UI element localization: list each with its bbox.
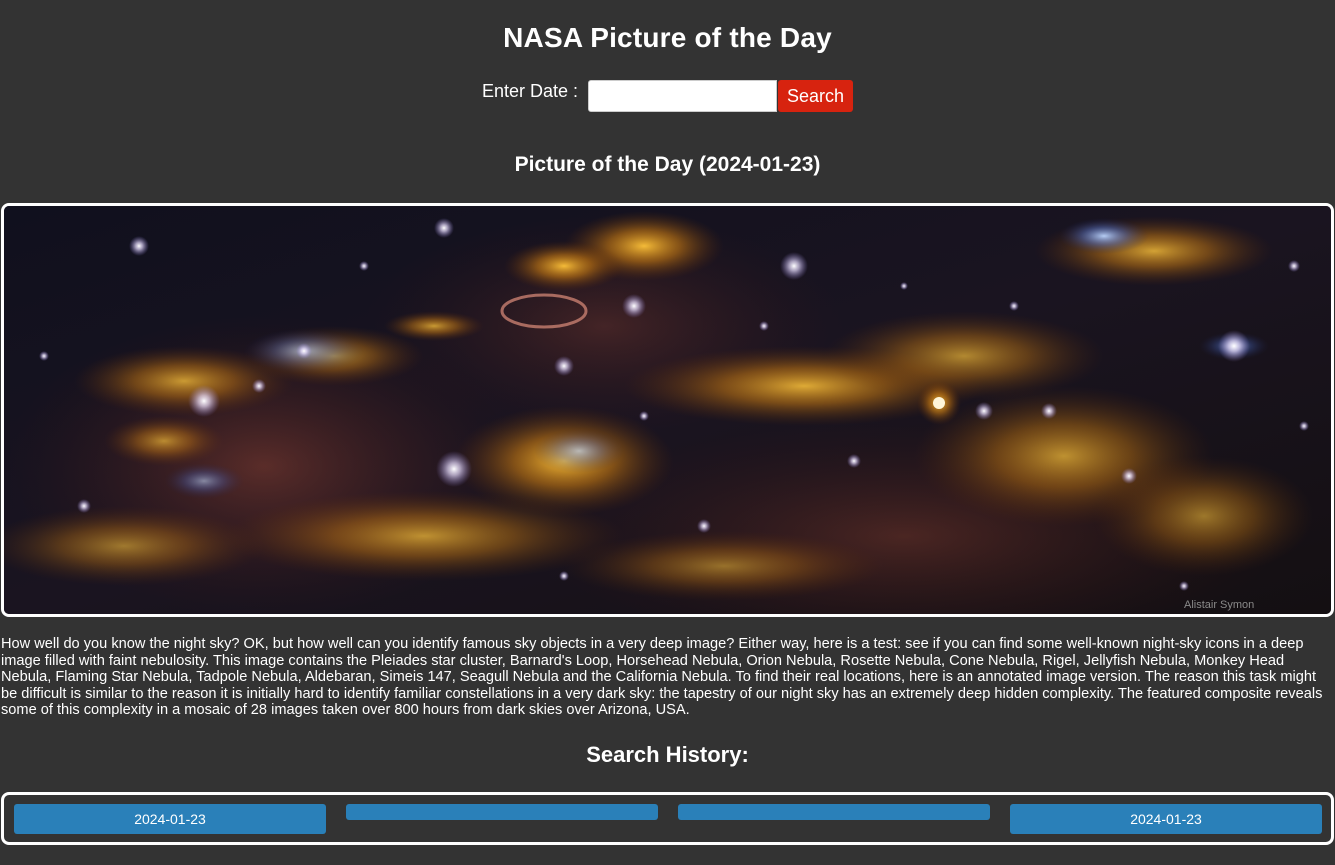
search-history-list: 2024-01-23 2024-01-23 <box>1 792 1334 845</box>
nebula-image: Alistair Symon <box>4 206 1331 614</box>
date-input[interactable] <box>588 80 778 112</box>
picture-of-the-day-heading: Picture of the Day (2024-01-23) <box>514 153 821 176</box>
credit-watermark: Alistair Symon <box>1184 599 1254 611</box>
date-search-form: Enter Date : Search <box>0 80 1335 114</box>
history-item[interactable] <box>678 804 990 820</box>
search-button[interactable]: Search <box>778 80 854 112</box>
search-history-heading: Search History: <box>586 742 749 767</box>
page: NASA Picture of the Day Enter Date : Sea… <box>0 0 1335 865</box>
history-item[interactable] <box>346 804 658 820</box>
date-label: Enter Date : <box>481 81 579 101</box>
picture-explanation: How well do you know the night sky? OK, … <box>1 636 1323 719</box>
apod-image: Alistair Symon <box>1 203 1334 617</box>
history-item[interactable]: 2024-01-23 <box>14 804 326 834</box>
app-title: NASA Picture of the Day <box>503 22 832 53</box>
history-item[interactable]: 2024-01-23 <box>1010 804 1322 834</box>
